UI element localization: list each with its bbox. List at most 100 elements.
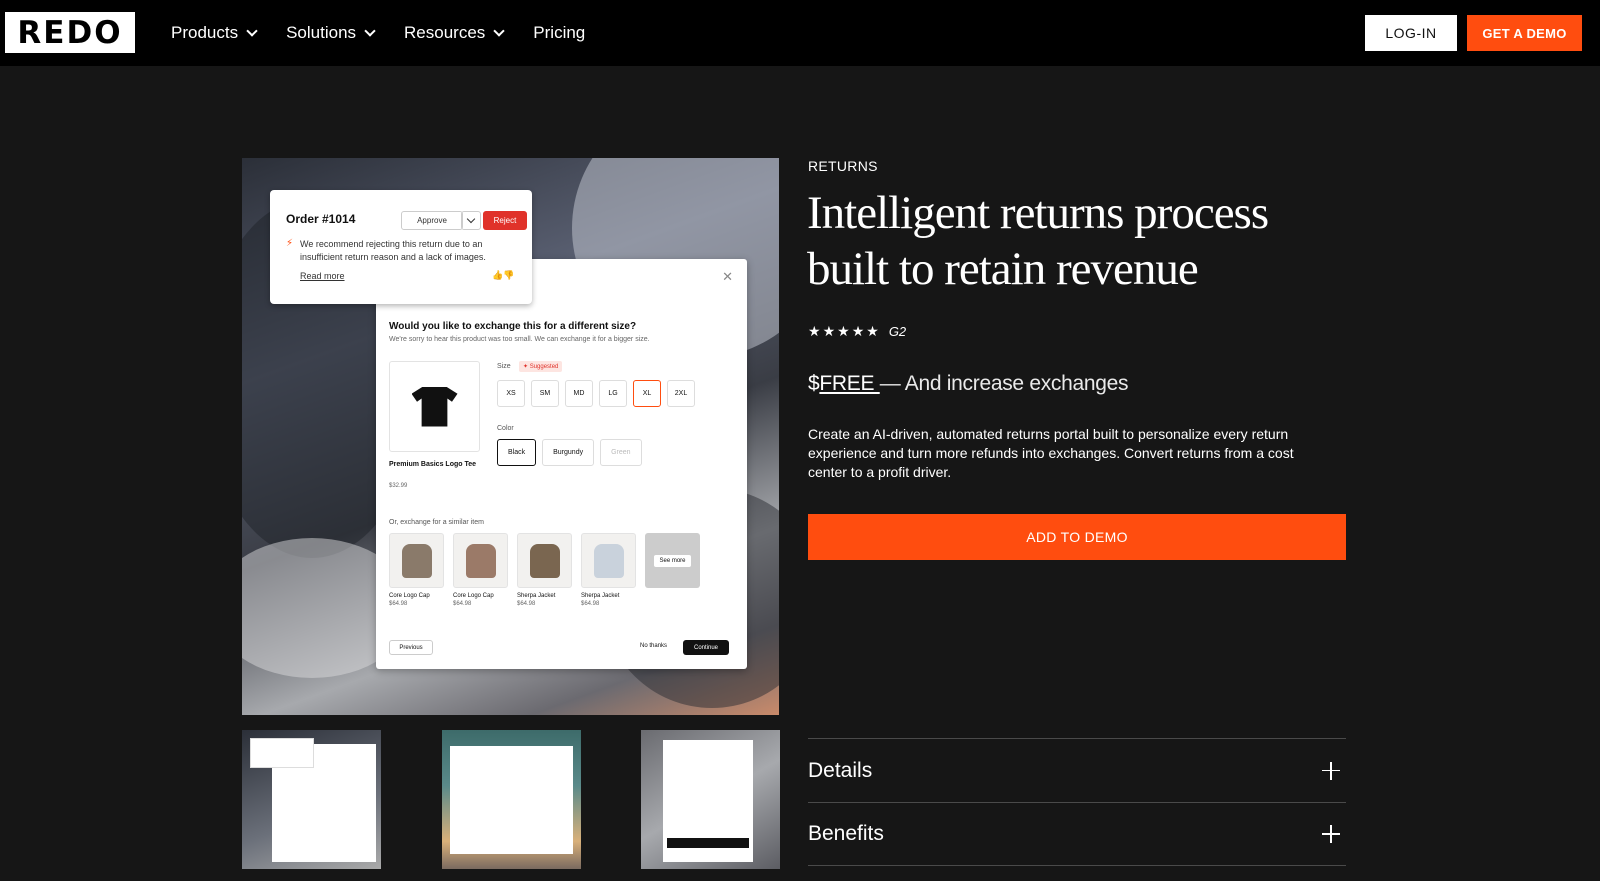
item-thumbnail <box>453 533 508 588</box>
similar-items-label: Or, exchange for a similar item <box>389 519 484 526</box>
product-description: Create an AI-driven, automated returns p… <box>808 426 1294 480</box>
similar-item[interactable]: Core Logo Cap $64.98 <box>389 533 444 607</box>
order-review-card: Order #1014 Approve Reject ⚡ We recommen… <box>270 190 532 304</box>
color-option-disabled: Green <box>600 439 642 466</box>
product-hero-image: Order #1014 Approve Reject ⚡ We recommen… <box>242 158 779 715</box>
gallery-thumbnail-2[interactable] <box>442 730 581 869</box>
size-options: XS SM MD LG XL 2XL <box>497 380 695 407</box>
rating: ★ ★ ★ ★ ★ G2 <box>808 323 906 340</box>
color-label: Color <box>497 425 514 432</box>
see-more-thumbnail: See more <box>645 533 700 588</box>
size-label: Size <box>497 363 511 370</box>
continue-button[interactable]: Continue <box>683 640 729 655</box>
item-name: Core Logo Cap <box>453 593 494 599</box>
nav-item-pricing[interactable]: Pricing <box>533 23 585 43</box>
gallery-thumbnail-3[interactable] <box>641 730 780 869</box>
item-price: $64.98 <box>453 601 472 607</box>
redo-logo[interactable]: REDO <box>5 12 135 53</box>
price: $FREE — And increase exchanges <box>808 372 1129 396</box>
product-price: $32.99 <box>389 483 408 489</box>
nav-item-products[interactable]: Products <box>171 23 258 43</box>
accordion-details[interactable]: Details <box>808 738 1346 802</box>
nav-item-solutions[interactable]: Solutions <box>286 23 376 43</box>
price-suffix: — And increase exchanges <box>879 372 1129 395</box>
top-nav: REDO Products Solutions Resources Pricin… <box>0 0 1600 66</box>
size-option[interactable]: XS <box>497 380 525 407</box>
similar-item[interactable]: Sherpa Jacket $64.98 <box>581 533 636 607</box>
get-demo-button[interactable]: GET A DEMO <box>1467 15 1582 51</box>
color-option[interactable]: Burgundy <box>542 439 595 466</box>
product-headline: Intelligent returns process built to ret… <box>807 187 1269 295</box>
rating-source: G2 <box>888 324 907 339</box>
gallery-thumbnail-1[interactable] <box>242 730 381 869</box>
previous-button[interactable]: Previous <box>389 640 433 655</box>
see-more-label: See more <box>654 554 691 567</box>
accordion-label: Benefits <box>808 822 884 845</box>
size-option[interactable]: 2XL <box>667 380 695 407</box>
nav-label: Pricing <box>533 23 586 42</box>
order-title: Order #1014 <box>286 212 356 226</box>
close-icon[interactable]: ✕ <box>722 269 733 285</box>
thumbnail-card <box>250 738 314 768</box>
similar-item[interactable]: Core Logo Cap $64.98 <box>453 533 508 607</box>
plus-icon <box>1322 761 1340 780</box>
exchange-subtitle: We're sorry to hear this product was too… <box>389 336 650 343</box>
size-option[interactable]: LG <box>599 380 627 407</box>
chevron-down-icon <box>246 25 258 37</box>
approve-button[interactable]: Approve <box>401 211 463 230</box>
similar-item[interactable]: Sherpa Jacket $64.98 <box>517 533 572 607</box>
plus-icon <box>1322 825 1340 843</box>
item-thumbnail <box>389 533 444 588</box>
nav-item-resources[interactable]: Resources <box>404 23 505 43</box>
star-icon: ★ <box>822 323 836 339</box>
item-price: $64.98 <box>389 601 408 607</box>
size-option[interactable]: MD <box>565 380 593 407</box>
lightning-icon: ⚡ <box>286 238 294 249</box>
star-icon: ★ <box>808 323 821 339</box>
product-image <box>389 361 480 452</box>
nav-label: Solutions <box>286 23 357 42</box>
chevron-down-icon <box>493 25 505 37</box>
color-option-selected[interactable]: Black <box>497 439 537 466</box>
accordion-label: Details <box>808 758 873 782</box>
item-price: $64.98 <box>581 601 600 607</box>
exchange-question: Would you like to exchange this for a di… <box>389 321 637 332</box>
item-thumbnail <box>581 533 636 588</box>
exchange-card: ✕ Would you like to exchange this for a … <box>376 259 747 669</box>
approve-dropdown[interactable] <box>461 211 481 230</box>
category-label: RETURNS <box>808 158 878 174</box>
nav-label: Products <box>171 23 239 42</box>
jacket-icon <box>529 543 560 578</box>
jacket-icon <box>593 543 624 578</box>
size-option-selected[interactable]: XL <box>633 380 661 407</box>
item-name: Core Logo Cap <box>389 593 430 599</box>
thumbnail-card <box>450 746 573 854</box>
color-options: Black Burgundy Green <box>497 439 642 466</box>
nav-label: Resources <box>404 23 486 42</box>
item-name: Sherpa Jacket <box>581 593 620 599</box>
no-thanks-button[interactable]: No thanks <box>640 643 667 649</box>
price-prefix: $ <box>808 372 820 395</box>
jacket-icon <box>401 543 432 578</box>
item-name: Sherpa Jacket <box>517 593 556 599</box>
accordion-benefits[interactable]: Benefits <box>808 802 1346 866</box>
login-button[interactable]: LOG-IN <box>1365 15 1457 51</box>
reject-button[interactable]: Reject <box>483 211 527 230</box>
star-icon: ★ <box>851 323 865 339</box>
chevron-down-icon <box>364 25 376 37</box>
thumbnail-button <box>667 838 749 848</box>
see-more-item[interactable]: See more <box>645 533 700 607</box>
add-to-demo-button[interactable]: ADD TO DEMO <box>808 514 1346 560</box>
size-option[interactable]: SM <box>531 380 559 407</box>
product-name: Premium Basics Logo Tee <box>389 461 477 468</box>
suggested-badge: ✦ Suggested <box>519 361 563 372</box>
read-more-link[interactable]: Read more <box>300 271 345 281</box>
product-accordion: Details Benefits <box>808 738 1346 866</box>
tshirt-icon <box>465 543 496 578</box>
star-icon: ★ <box>866 323 879 339</box>
recommendation-text: We recommend rejecting this return due t… <box>300 239 486 262</box>
item-price: $64.98 <box>517 601 536 607</box>
nav-links: Products Solutions Resources Pricing <box>171 0 615 66</box>
thumbs-feedback-icon[interactable]: 👍👎 <box>492 270 514 281</box>
item-thumbnail <box>517 533 572 588</box>
